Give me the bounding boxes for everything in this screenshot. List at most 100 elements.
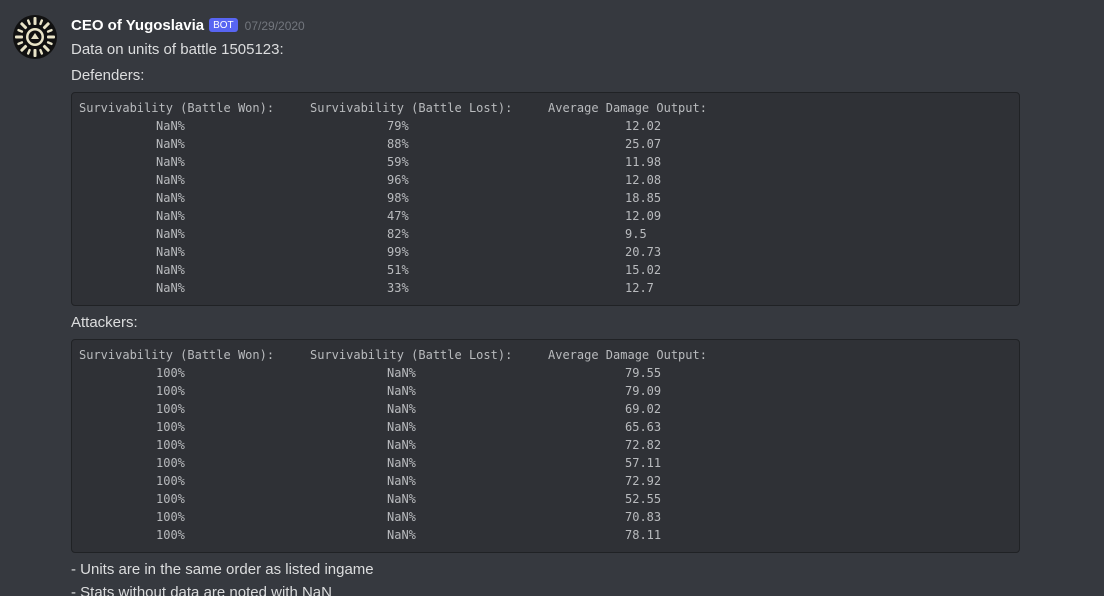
cell-won: NaN% [156, 209, 185, 223]
avatar[interactable] [13, 15, 57, 59]
cell-won: 100% [156, 474, 185, 488]
table-row: NaN% 88% 25.07 [79, 135, 1012, 153]
defenders-label: Defenders: [71, 67, 145, 84]
cell-damage: 12.02 [625, 119, 662, 133]
cell-lost: NaN% [387, 492, 416, 506]
header-won: Survivability (Battle Won): [79, 101, 275, 115]
table-row: 100% NaN% 79.55 [79, 364, 1012, 382]
table-row: 100% NaN% 72.92 [79, 472, 1012, 490]
cell-lost: 82% [387, 227, 409, 241]
cell-lost: NaN% [387, 456, 416, 470]
header-won: Survivability (Battle Won): [79, 348, 275, 362]
cell-damage: 78.11 [625, 528, 662, 542]
header-lost: Survivability (Battle Lost): [310, 348, 513, 362]
cell-damage: 70.83 [625, 510, 662, 524]
cell-won: 100% [156, 420, 185, 434]
table-row: 100% NaN% 52.55 [79, 490, 1012, 508]
table-header-row: Survivability (Battle Won): Survivabilit… [79, 346, 1012, 364]
cell-damage: 52.55 [625, 492, 662, 506]
table-row: 100% NaN% 57.11 [79, 454, 1012, 472]
table-row: NaN% 51% 15.02 [79, 261, 1012, 279]
cell-won: NaN% [156, 137, 185, 151]
cell-damage: 69.02 [625, 402, 662, 416]
cell-won: 100% [156, 402, 185, 416]
message-content: CEO of Yugoslavia BOT 07/29/2020 Data on… [71, 14, 1051, 596]
cell-lost: 98% [387, 191, 409, 205]
note-order: - Units are in the same order as listed … [71, 561, 374, 578]
cell-lost: NaN% [387, 384, 416, 398]
cell-lost: NaN% [387, 510, 416, 524]
table-row: 100% NaN% 70.83 [79, 508, 1012, 526]
cell-damage: 65.63 [625, 420, 662, 434]
note-nan: - Stats without data are noted with NaN [71, 584, 332, 596]
table-row: NaN% 47% 12.09 [79, 207, 1012, 225]
cell-damage: 72.92 [625, 474, 662, 488]
defenders-codeblock: Survivability (Battle Won): Survivabilit… [71, 92, 1020, 306]
attackers-label: Attackers: [71, 314, 138, 331]
cell-damage: 12.09 [625, 209, 662, 223]
cell-won: NaN% [156, 281, 185, 295]
cell-damage: 12.7 [625, 281, 654, 295]
cell-won: NaN% [156, 119, 185, 133]
cell-won: NaN% [156, 155, 185, 169]
attackers-codeblock: Survivability (Battle Won): Survivabilit… [71, 339, 1020, 553]
table-row: NaN% 33% 12.7 [79, 279, 1012, 297]
message-header: CEO of Yugoslavia BOT 07/29/2020 [71, 14, 1051, 38]
cell-damage: 20.73 [625, 245, 662, 259]
cell-lost: 51% [387, 263, 409, 277]
chat-message: CEO of Yugoslavia BOT 07/29/2020 Data on… [0, 0, 1104, 596]
top-divider [0, 0, 1104, 3]
cell-damage: 11.98 [625, 155, 662, 169]
cell-won: 100% [156, 510, 185, 524]
header-lost: Survivability (Battle Lost): [310, 101, 513, 115]
table-row: 100% NaN% 78.11 [79, 526, 1012, 544]
table-row: NaN% 98% 18.85 [79, 189, 1012, 207]
table-row: 100% NaN% 65.63 [79, 418, 1012, 436]
cell-won: 100% [156, 384, 185, 398]
cell-lost: 33% [387, 281, 409, 295]
cell-won: NaN% [156, 191, 185, 205]
cell-won: 100% [156, 492, 185, 506]
author-name[interactable]: CEO of Yugoslavia [71, 14, 204, 38]
table-header-row: Survivability (Battle Won): Survivabilit… [79, 99, 1012, 117]
cell-damage: 9.5 [625, 227, 647, 241]
bot-badge: BOT [209, 18, 238, 32]
table-row: 100% NaN% 72.82 [79, 436, 1012, 454]
cell-lost: NaN% [387, 438, 416, 452]
table-row: NaN% 99% 20.73 [79, 243, 1012, 261]
header-damage: Average Damage Output: [548, 101, 707, 115]
cell-damage: 79.55 [625, 366, 662, 380]
cell-won: NaN% [156, 227, 185, 241]
message-timestamp: 07/29/2020 [244, 19, 305, 33]
cell-damage: 79.09 [625, 384, 662, 398]
cell-won: NaN% [156, 245, 185, 259]
table-row: 100% NaN% 79.09 [79, 382, 1012, 400]
cell-won: 100% [156, 456, 185, 470]
cell-won: 100% [156, 366, 185, 380]
cell-damage: 72.82 [625, 438, 662, 452]
cell-won: 100% [156, 528, 185, 542]
cell-lost: 99% [387, 245, 409, 259]
cell-damage: 57.11 [625, 456, 662, 470]
table-row: NaN% 59% 11.98 [79, 153, 1012, 171]
cell-lost: NaN% [387, 474, 416, 488]
cell-lost: 88% [387, 137, 409, 151]
cell-damage: 25.07 [625, 137, 662, 151]
cell-won: 100% [156, 438, 185, 452]
table-row: NaN% 96% 12.08 [79, 171, 1012, 189]
cell-damage: 18.85 [625, 191, 662, 205]
table-row: NaN% 79% 12.02 [79, 117, 1012, 135]
cell-won: NaN% [156, 173, 185, 187]
cell-lost: NaN% [387, 528, 416, 542]
table-row: NaN% 82% 9.5 [79, 225, 1012, 243]
table-row: 100% NaN% 69.02 [79, 400, 1012, 418]
cell-damage: 15.02 [625, 263, 662, 277]
cell-lost: 59% [387, 155, 409, 169]
header-damage: Average Damage Output: [548, 348, 707, 362]
intro-text: Data on units of battle 1505123: [71, 41, 284, 58]
cell-lost: NaN% [387, 402, 416, 416]
cell-won: NaN% [156, 263, 185, 277]
cell-damage: 12.08 [625, 173, 662, 187]
cell-lost: NaN% [387, 420, 416, 434]
cell-lost: 96% [387, 173, 409, 187]
